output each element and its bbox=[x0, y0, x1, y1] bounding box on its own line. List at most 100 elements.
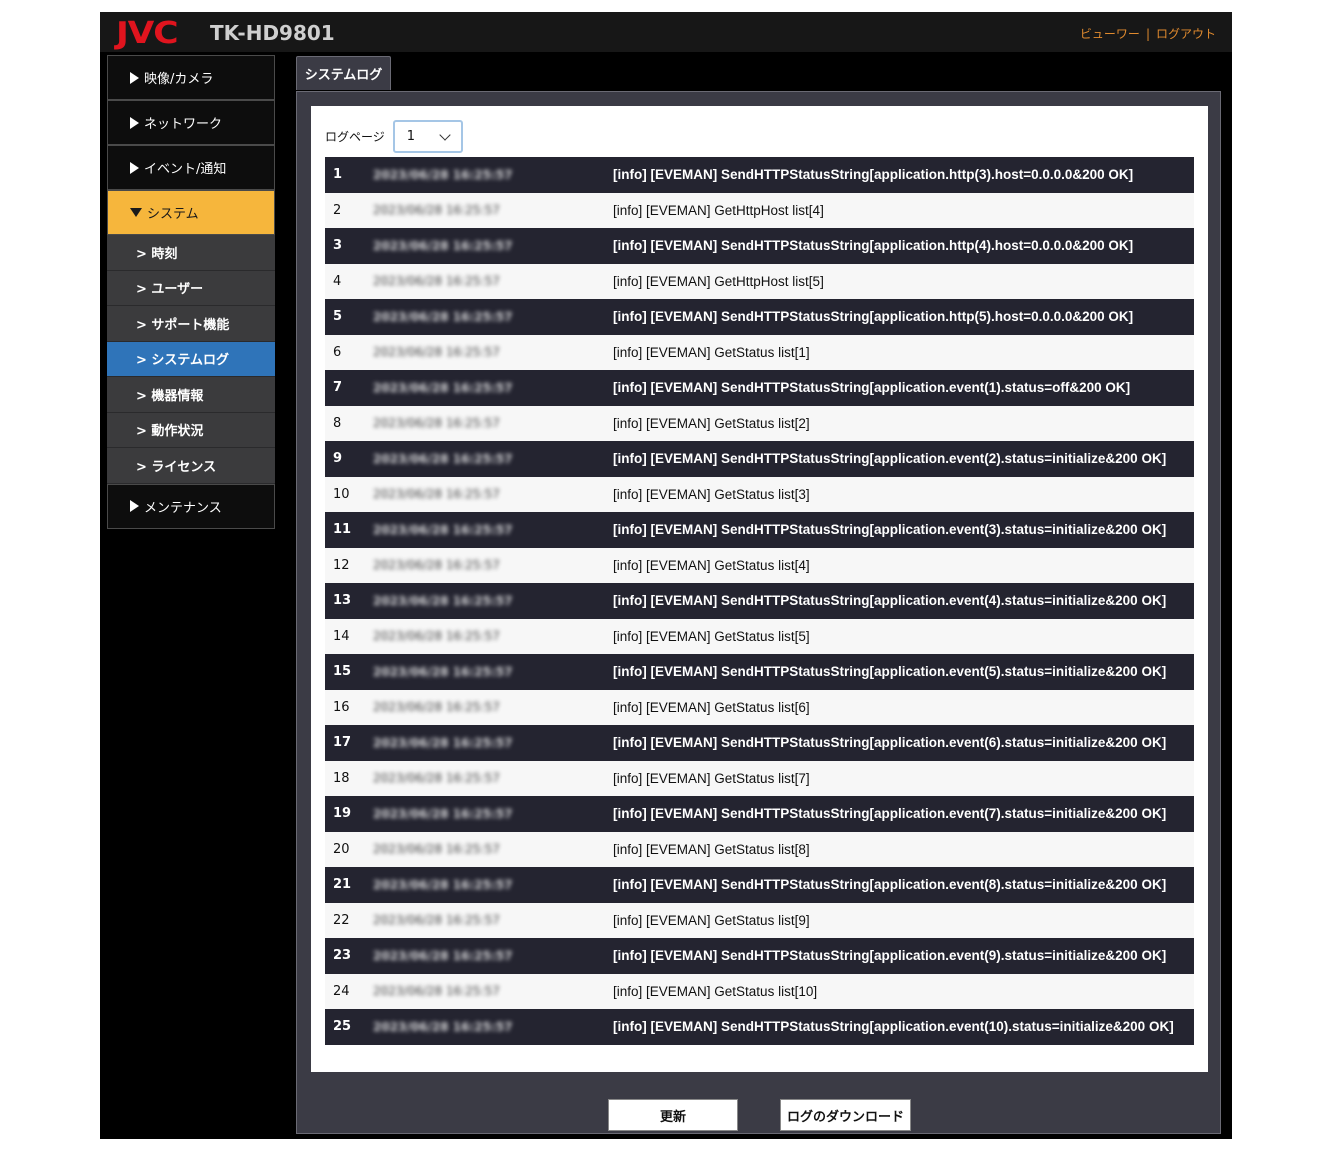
sidebar-item-network[interactable]: ネットワーク bbox=[107, 100, 275, 145]
log-row-timestamp: 2023/06/28 16:25:57 bbox=[373, 167, 513, 182]
log-row-message: [info] [EVEMAN] GetStatus list[10] bbox=[613, 983, 818, 999]
main-panel: ログページ 1 1 2023/06/28 16:25:57 [info] [EVEM… bbox=[296, 91, 1221, 1134]
log-row-number: 25 bbox=[333, 1019, 352, 1035]
log-page-selector: ログページ 1 bbox=[325, 120, 463, 153]
log-row-number: 9 bbox=[333, 451, 343, 467]
log-page-select[interactable]: 1 bbox=[392, 120, 463, 153]
log-content: ログページ 1 1 2023/06/28 16:25:57 [info] [EVEM… bbox=[311, 106, 1208, 1072]
log-row-timestamp: 2023/06/28 16:25:57 bbox=[373, 522, 513, 537]
sidebar-item-system[interactable]: システム bbox=[107, 190, 275, 235]
tab-bar: システムログ bbox=[296, 56, 391, 90]
log-row-timestamp: 2023/06/28 16:25:57 bbox=[373, 842, 500, 857]
log-row-timestamp: 2023/06/28 16:25:57 bbox=[373, 735, 513, 750]
log-row-number: 5 bbox=[333, 309, 343, 325]
log-row-timestamp: 2023/06/28 16:25:57 bbox=[373, 948, 513, 963]
log-row-message: [info] [EVEMAN] GetStatus list[5] bbox=[613, 628, 810, 644]
table-row: 5 2023/06/28 16:25:57 [info] [EVEMAN] Send… bbox=[325, 299, 1194, 335]
log-row-number: 7 bbox=[333, 380, 343, 396]
log-row-message: [info] [EVEMAN] GetHttpHost list[4] bbox=[613, 202, 824, 218]
sidebar-subitem-license[interactable]: > ライセンス bbox=[107, 448, 275, 484]
log-row-number: 6 bbox=[333, 344, 342, 360]
log-table: 1 2023/06/28 16:25:57 [info] [EVEMAN] Send… bbox=[325, 157, 1194, 1045]
table-row: 12 2023/06/28 16:25:57 [info] [EVEMAN] Get… bbox=[325, 547, 1194, 583]
log-row-timestamp: 2023/06/28 16:25:57 bbox=[373, 380, 513, 395]
table-row: 3 2023/06/28 16:25:57 [info] [EVEMAN] Send… bbox=[325, 228, 1194, 264]
sidebar-subitem-support[interactable]: > サポート機能 bbox=[107, 306, 275, 342]
log-row-message: [info] [EVEMAN] GetStatus list[1] bbox=[613, 344, 810, 360]
log-row-timestamp: 2023/06/28 16:25:57 bbox=[373, 1019, 513, 1034]
log-row-number: 13 bbox=[333, 593, 352, 609]
table-row: 23 2023/06/28 16:25:57 [info] [EVEMAN] Sen… bbox=[325, 938, 1194, 974]
table-row: 7 2023/06/28 16:25:57 [info] [EVEMAN] Send… bbox=[325, 370, 1194, 406]
logout-link[interactable]: ログアウト bbox=[1156, 27, 1216, 41]
log-row-timestamp: 2023/06/28 16:25:57 bbox=[373, 984, 500, 999]
log-row-message: [info] [EVEMAN] SendHTTPStatusString[app… bbox=[613, 451, 1167, 467]
log-row-message: [info] [EVEMAN] SendHTTPStatusString[app… bbox=[613, 380, 1131, 396]
log-page-value: 1 bbox=[406, 129, 416, 144]
download-log-button[interactable]: ログのダウンロード bbox=[780, 1099, 911, 1131]
log-row-number: 12 bbox=[333, 557, 350, 573]
log-row-message: [info] [EVEMAN] SendHTTPStatusString[app… bbox=[613, 593, 1167, 609]
log-row-number: 17 bbox=[333, 735, 352, 751]
log-row-number: 23 bbox=[333, 948, 352, 964]
log-row-timestamp: 2023/06/28 16:25:57 bbox=[373, 416, 500, 431]
jvc-logo: JVC bbox=[116, 16, 179, 51]
sidebar-item-label: イベント/通知 bbox=[144, 162, 227, 177]
sidebar-subitem-operation-status[interactable]: > 動作状況 bbox=[107, 412, 275, 448]
sidebar-item-label: 映像/カメラ bbox=[144, 72, 214, 87]
log-row-message: [info] [EVEMAN] GetStatus list[3] bbox=[613, 486, 810, 502]
sidebar-subitem-system-log[interactable]: > システムログ bbox=[107, 341, 275, 377]
log-row-timestamp: 2023/06/28 16:25:57 bbox=[373, 345, 500, 360]
table-row: 22 2023/06/28 16:25:57 [info] [EVEMAN] Get… bbox=[325, 902, 1194, 938]
log-row-message: [info] [EVEMAN] GetStatus list[7] bbox=[613, 770, 810, 786]
log-row-number: 15 bbox=[333, 664, 352, 680]
refresh-button[interactable]: 更新 bbox=[608, 1099, 738, 1131]
log-row-timestamp: 2023/06/28 16:25:57 bbox=[373, 451, 513, 466]
sidebar-item-video-camera[interactable]: 映像/カメラ bbox=[107, 55, 275, 100]
log-row-timestamp: 2023/06/28 16:25:57 bbox=[373, 771, 500, 786]
log-row-number: 14 bbox=[333, 628, 350, 644]
sidebar-subitem-device-info[interactable]: > 機器情報 bbox=[107, 377, 275, 413]
log-row-timestamp: 2023/06/28 16:25:57 bbox=[373, 487, 500, 502]
table-row: 16 2023/06/28 16:25:57 [info] [EVEMAN] Get… bbox=[325, 689, 1194, 725]
sidebar-item-maintenance[interactable]: メンテナンス bbox=[107, 483, 275, 529]
table-row: 24 2023/06/28 16:25:57 [info] [EVEMAN] Get… bbox=[325, 973, 1194, 1009]
log-row-number: 2 bbox=[333, 202, 342, 218]
table-row: 17 2023/06/28 16:25:57 [info] [EVEMAN] Sen… bbox=[325, 725, 1194, 761]
log-row-message: [info] [EVEMAN] SendHTTPStatusString[app… bbox=[613, 309, 1134, 325]
table-row: 18 2023/06/28 16:25:57 [info] [EVEMAN] Get… bbox=[325, 760, 1194, 796]
table-row: 1 2023/06/28 16:25:57 [info] [EVEMAN] Send… bbox=[325, 157, 1194, 193]
sidebar: 映像/カメラ ネットワーク イベント/通知 システム > 時刻 > ユーザー >… bbox=[107, 55, 275, 529]
log-row-number: 10 bbox=[333, 486, 350, 502]
log-row-message: [info] [EVEMAN] GetHttpHost list[5] bbox=[613, 273, 824, 289]
log-row-timestamp: 2023/06/28 16:25:57 bbox=[373, 593, 513, 608]
app-window: JVC TK-HD9801 ビューワー | ログアウト 映像/カメラ ネットワーク … bbox=[100, 12, 1232, 1139]
table-row: 25 2023/06/28 16:25:57 [info] [EVEMAN] Sen… bbox=[325, 1009, 1194, 1045]
log-row-message: [info] [EVEMAN] SendHTTPStatusString[app… bbox=[613, 877, 1167, 893]
log-row-number: 1 bbox=[333, 167, 343, 183]
triangle-down-icon bbox=[130, 208, 142, 217]
triangle-right-icon bbox=[130, 500, 139, 512]
log-row-timestamp: 2023/06/28 16:25:57 bbox=[373, 203, 500, 218]
table-row: 13 2023/06/28 16:25:57 [info] [EVEMAN] Sen… bbox=[325, 583, 1194, 619]
sidebar-subitem-user[interactable]: > ユーザー bbox=[107, 270, 275, 306]
sidebar-subitem-time[interactable]: > 時刻 bbox=[107, 235, 275, 271]
log-row-number: 19 bbox=[333, 806, 352, 822]
sidebar-item-event-notify[interactable]: イベント/通知 bbox=[107, 145, 275, 190]
table-row: 19 2023/06/28 16:25:57 [info] [EVEMAN] Sen… bbox=[325, 796, 1194, 832]
tab-system-log[interactable]: システムログ bbox=[296, 56, 391, 90]
log-row-message: [info] [EVEMAN] GetStatus list[2] bbox=[613, 415, 810, 431]
table-row: 9 2023/06/28 16:25:57 [info] [EVEMAN] Send… bbox=[325, 441, 1194, 477]
log-row-message: [info] [EVEMAN] GetStatus list[4] bbox=[613, 557, 810, 573]
log-row-number: 22 bbox=[333, 912, 350, 928]
model-name: TK-HD9801 bbox=[210, 21, 335, 45]
log-row-message: [info] [EVEMAN] SendHTTPStatusString[app… bbox=[613, 948, 1167, 964]
log-row-timestamp: 2023/06/28 16:25:57 bbox=[373, 558, 500, 573]
log-row-timestamp: 2023/06/28 16:25:57 bbox=[373, 664, 513, 679]
log-row-message: [info] [EVEMAN] SendHTTPStatusString[app… bbox=[613, 735, 1167, 751]
table-row: 11 2023/06/28 16:25:57 [info] [EVEMAN] Sen… bbox=[325, 512, 1194, 548]
top-nav: ビューワー | ログアウト bbox=[1080, 25, 1216, 42]
log-row-timestamp: 2023/06/28 16:25:57 bbox=[373, 629, 500, 644]
viewer-link[interactable]: ビューワー bbox=[1080, 27, 1140, 41]
chevron-down-icon bbox=[439, 128, 451, 141]
